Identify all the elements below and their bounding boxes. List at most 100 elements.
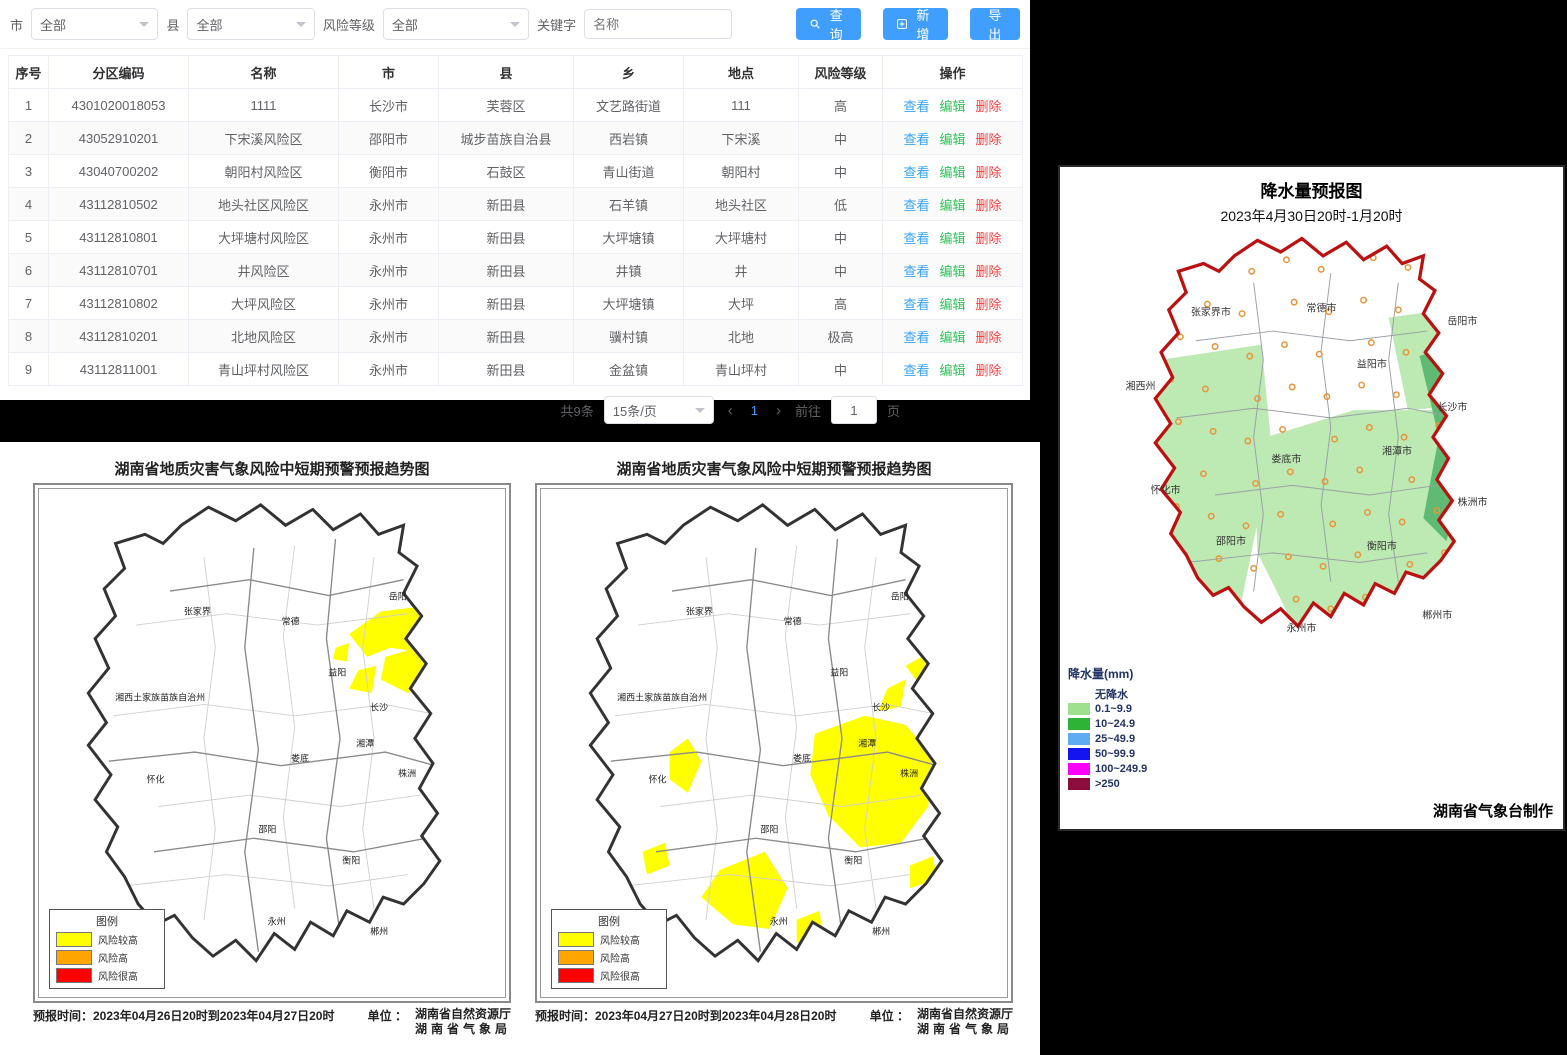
cell-name: 下宋溪风险区 — [189, 122, 339, 155]
delete-link[interactable]: 删除 — [976, 99, 1002, 114]
unit-orgs: 湖南省自然资源厅 湖南省气象局 — [917, 1007, 1013, 1037]
county-boundaries — [113, 546, 442, 920]
edit-link[interactable]: 编辑 — [939, 165, 965, 180]
edit-link[interactable]: 编辑 — [939, 330, 965, 345]
delete-link[interactable]: 删除 — [976, 231, 1002, 246]
next-page-button[interactable]: › — [772, 402, 785, 419]
cell-name: 朝阳村风险区 — [189, 155, 339, 188]
cell-seq: 8 — [9, 320, 49, 353]
city-select[interactable]: 全部 — [31, 8, 158, 40]
cell-level: 中 — [799, 353, 883, 386]
station-marker-icon — [1282, 342, 1287, 347]
station-marker-icon — [1290, 384, 1295, 389]
cell-code: 43112810802 — [49, 287, 189, 320]
legend-title: 图例 — [56, 913, 158, 929]
unit-label: 单位 ： — [870, 1007, 909, 1037]
risk-table-body: 143010200180531111长沙市芙蓉区文艺路街道111高查看编辑删除2… — [9, 89, 1023, 386]
keyword-filter-label: 关键字 — [537, 15, 576, 34]
delete-link[interactable]: 删除 — [976, 132, 1002, 147]
delete-link[interactable]: 删除 — [976, 330, 1002, 345]
city-filter-label: 市 — [10, 15, 23, 34]
goto-page-input[interactable] — [831, 396, 877, 424]
cell-seq: 7 — [9, 287, 49, 320]
cell-code: 43112810801 — [49, 221, 189, 254]
delete-link[interactable]: 删除 — [976, 198, 1002, 213]
page-size-select[interactable]: 15条/页 — [604, 396, 714, 424]
precip-subtitle: 2023年4月30日20时-1月20时 — [1060, 206, 1563, 226]
geohazard-maps-panel: 湖南省地质灾害气象风险中短期预警预报趋势图 — [0, 442, 1040, 1055]
station-marker-icon — [1291, 299, 1296, 304]
county-select-value: 全部 — [196, 15, 222, 34]
cell-place: 下宋溪 — [684, 122, 799, 155]
legend-item: 风险高 — [558, 950, 660, 965]
cell-code: 43040700202 — [49, 155, 189, 188]
cell-actions: 查看编辑删除 — [883, 287, 1023, 320]
col-level: 风险等级 — [799, 56, 883, 89]
cell-city: 衡阳市 — [339, 155, 439, 188]
edit-link[interactable]: 编辑 — [939, 363, 965, 378]
cell-seq: 1 — [9, 89, 49, 122]
station-marker-icon — [1239, 311, 1244, 316]
county-select[interactable]: 全部 — [187, 8, 314, 40]
table-row: 643112810701井风险区永州市新田县井镇井中查看编辑删除 — [9, 254, 1023, 287]
edit-link[interactable]: 编辑 — [939, 132, 965, 147]
view-link[interactable]: 查看 — [903, 165, 929, 180]
pagination: 共9条 15条/页 ‹ 1 › 前往 页 — [0, 386, 1030, 424]
risk-level-select[interactable]: 全部 — [383, 8, 529, 40]
prev-page-button[interactable]: ‹ — [724, 402, 737, 419]
current-page[interactable]: 1 — [747, 403, 762, 418]
station-marker-icon — [1432, 593, 1437, 598]
col-town: 乡 — [574, 56, 684, 89]
view-link[interactable]: 查看 — [903, 297, 929, 312]
legend-label: 风险较高 — [98, 932, 138, 947]
legend-swatch — [56, 968, 92, 983]
precip-title: 降水量预报图 — [1060, 177, 1563, 202]
add-button[interactable]: 新增 — [883, 8, 948, 40]
delete-link[interactable]: 删除 — [976, 297, 1002, 312]
view-link[interactable]: 查看 — [903, 99, 929, 114]
cell-place: 大坪塘村 — [684, 221, 799, 254]
unit-block: 单位 ： 湖南省自然资源厅 湖南省气象局 — [870, 1007, 1013, 1037]
view-link[interactable]: 查看 — [903, 330, 929, 345]
edit-link[interactable]: 编辑 — [939, 264, 965, 279]
edit-link[interactable]: 编辑 — [939, 99, 965, 114]
keyword-input[interactable] — [584, 9, 732, 39]
search-button[interactable]: 查询 — [796, 8, 861, 40]
view-link[interactable]: 查看 — [903, 363, 929, 378]
precip-legend-items: 无降水0.1~9.910~24.925~49.950~99.9100~249.9… — [1068, 686, 1147, 791]
county-filter-label: 县 — [166, 15, 179, 34]
cell-code: 43112811001 — [49, 353, 189, 386]
delete-link[interactable]: 删除 — [976, 165, 1002, 180]
station-marker-icon — [1438, 338, 1443, 343]
legend-title: 图例 — [558, 913, 660, 929]
cell-city: 邵阳市 — [339, 122, 439, 155]
cell-city: 永州市 — [339, 221, 439, 254]
cell-name: 地头社区风险区 — [189, 188, 339, 221]
precip-legend: 降水量(mm) 无降水0.1~9.910~24.925~49.950~99.91… — [1068, 665, 1147, 791]
export-button[interactable]: 导出 — [970, 8, 1020, 40]
view-link[interactable]: 查看 — [903, 198, 929, 213]
delete-link[interactable]: 删除 — [976, 363, 1002, 378]
map-caption: 预报时间：2023年04月26日20时到2023年04月27日20时 单位 ： … — [33, 1007, 511, 1037]
cell-town: 骥村镇 — [574, 320, 684, 353]
legend-item: 100~249.9 — [1068, 761, 1147, 776]
legend-label: >250 — [1095, 778, 1120, 790]
page-size-value: 15条/页 — [613, 401, 657, 420]
view-link[interactable]: 查看 — [903, 132, 929, 147]
legend-label: 50~99.9 — [1095, 748, 1135, 760]
edit-link[interactable]: 编辑 — [939, 231, 965, 246]
cell-city: 长沙市 — [339, 89, 439, 122]
edit-link[interactable]: 编辑 — [939, 198, 965, 213]
cell-county: 新田县 — [439, 221, 574, 254]
legend-label: 风险高 — [98, 950, 128, 965]
map-canvas: 湘西土家族苗族自治州张家界常德岳阳益阳长沙娄底湘潭株洲怀化邵阳衡阳永州郴州 图例… — [38, 488, 506, 998]
legend-label: 风险很高 — [600, 968, 640, 983]
delete-link[interactable]: 删除 — [976, 264, 1002, 279]
view-link[interactable]: 查看 — [903, 231, 929, 246]
cell-actions: 查看编辑删除 — [883, 254, 1023, 287]
cell-code: 43112810701 — [49, 254, 189, 287]
cell-seq: 4 — [9, 188, 49, 221]
view-link[interactable]: 查看 — [903, 264, 929, 279]
plus-icon — [897, 18, 907, 30]
edit-link[interactable]: 编辑 — [939, 297, 965, 312]
